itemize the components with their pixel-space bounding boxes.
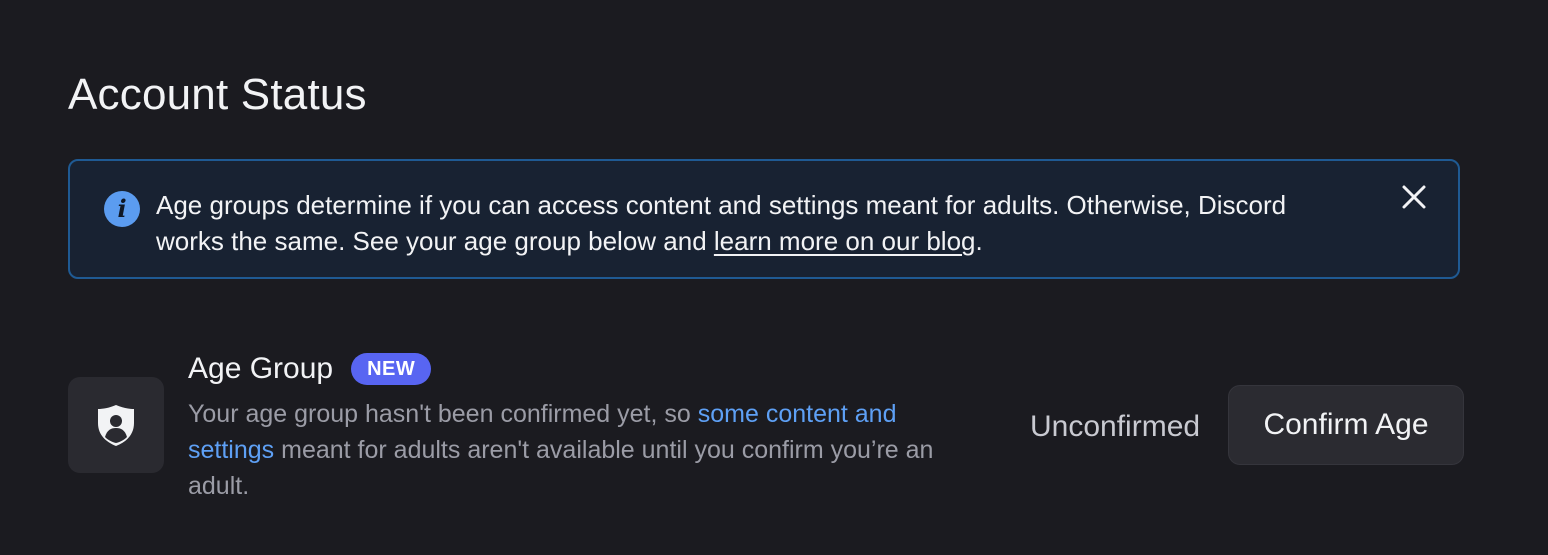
info-banner-text-end: . (975, 226, 983, 256)
close-banner-button[interactable] (1398, 181, 1430, 213)
account-status-page: Account Status i Age groups determine if… (0, 0, 1548, 555)
info-banner-text: Age groups determine if you can access c… (156, 187, 1356, 259)
shield-user-icon (98, 405, 134, 446)
page-title: Account Status (68, 70, 367, 120)
close-icon (1402, 185, 1426, 209)
info-banner: i Age groups determine if you can access… (68, 159, 1460, 279)
age-group-icon-box (68, 377, 164, 473)
info-icon: i (104, 191, 140, 227)
new-badge: NEW (351, 353, 432, 385)
age-group-heading: Age Group NEW (188, 350, 432, 388)
age-status-label: Unconfirmed (1030, 410, 1201, 443)
age-group-desc-start: Your age group hasn't been confirmed yet… (188, 400, 698, 428)
age-group-title: Age Group (188, 352, 334, 385)
age-group-desc-end: meant for adults aren't available until … (188, 436, 934, 500)
age-group-description: Your age group hasn't been confirmed yet… (188, 396, 978, 504)
learn-more-link[interactable]: learn more on our blog (714, 226, 976, 256)
confirm-age-button[interactable]: Confirm Age (1228, 385, 1464, 465)
